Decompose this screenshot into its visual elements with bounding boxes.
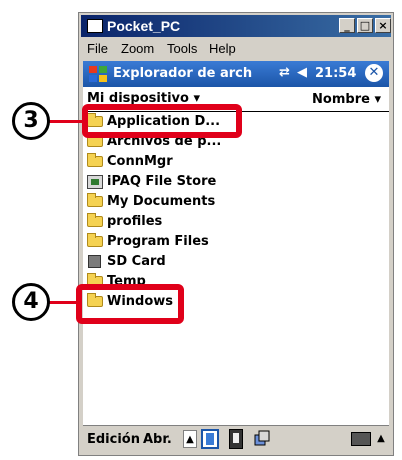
- close-icon[interactable]: ✕: [365, 64, 383, 82]
- close-window-button[interactable]: ×: [375, 18, 391, 33]
- list-item[interactable]: My Documents: [83, 192, 389, 212]
- command-bar: Edición Abr. ▲ ▲: [83, 425, 389, 454]
- volume-icon[interactable]: ◀: [297, 65, 307, 80]
- callout-4-circle: 4: [12, 283, 50, 321]
- list-item[interactable]: Program Files: [83, 232, 389, 252]
- sort-selector[interactable]: Nombre ▾: [312, 92, 381, 107]
- ipaq-storage-icon: [87, 175, 103, 189]
- pda-app-title: Explorador de arch: [113, 66, 253, 81]
- emulator-window: Pocket_PC _ □ × File Zoom Tools Help Exp…: [78, 12, 394, 456]
- clock[interactable]: 21:54: [315, 66, 356, 81]
- callout-3-line: [48, 120, 84, 123]
- menu-file[interactable]: File: [87, 41, 108, 56]
- sync-icon[interactable]: [253, 429, 271, 449]
- window-title-bar: Pocket_PC _ □ ×: [81, 15, 391, 37]
- window-title: Pocket_PC: [107, 18, 181, 34]
- menu-bar: File Zoom Tools Help: [81, 39, 391, 59]
- folder-icon: [87, 213, 103, 227]
- menu-zoom[interactable]: Zoom: [121, 41, 154, 56]
- callout-4-line: [48, 301, 78, 304]
- callout-3-box: [82, 104, 242, 138]
- list-item[interactable]: ConnMgr: [83, 152, 389, 172]
- details-view-icon[interactable]: [229, 429, 243, 449]
- maximize-button[interactable]: □: [357, 18, 373, 33]
- folder-icon: [87, 193, 103, 207]
- open-menu-button[interactable]: Abr.: [143, 432, 172, 447]
- input-menu-arrow-icon[interactable]: ▲: [375, 430, 387, 448]
- connectivity-icon[interactable]: ⇄: [279, 65, 290, 80]
- sd-card-icon: [88, 255, 101, 268]
- folder-icon: [87, 153, 103, 167]
- list-item[interactable]: iPAQ File Store: [83, 172, 389, 192]
- callout-4-box: [76, 284, 184, 324]
- menu-help[interactable]: Help: [209, 41, 236, 56]
- list-item[interactable]: SD Card: [83, 252, 389, 272]
- edit-menu-button[interactable]: Edición: [87, 432, 140, 447]
- file-list: Application D... Archivos de p... ConnMg…: [83, 112, 389, 312]
- menu-tools[interactable]: Tools: [167, 41, 197, 56]
- list-item[interactable]: profiles: [83, 212, 389, 232]
- list-view-icon[interactable]: [201, 429, 219, 449]
- minimize-button[interactable]: _: [339, 18, 355, 33]
- callout-3-circle: 3: [12, 102, 50, 140]
- keyboard-icon[interactable]: [351, 432, 371, 446]
- folder-icon: [87, 233, 103, 247]
- app-icon: [87, 19, 103, 33]
- up-arrow-icon[interactable]: ▲: [183, 430, 197, 448]
- pda-title-bar: Explorador de arch ⇄ ◀ 21:54 ✕: [83, 61, 389, 87]
- windows-start-icon[interactable]: [87, 64, 109, 84]
